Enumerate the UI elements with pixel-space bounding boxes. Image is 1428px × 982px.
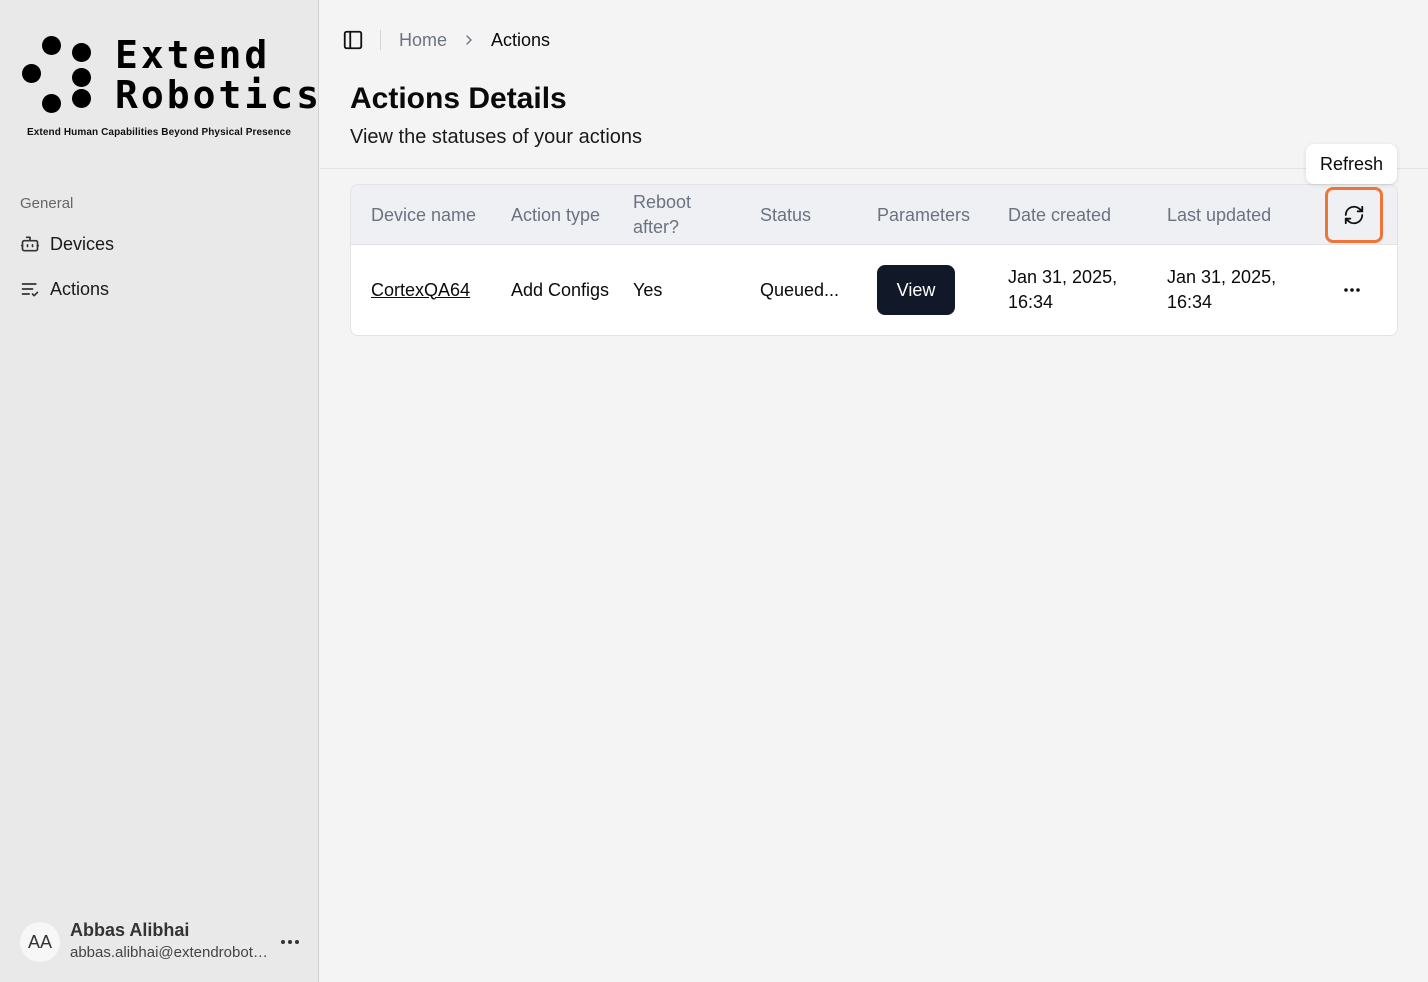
topbar: Home Actions bbox=[342, 28, 550, 52]
more-horizontal-icon[interactable] bbox=[278, 930, 302, 954]
cell-date-created: Jan 31, 2025, 16:34 bbox=[1008, 267, 1118, 312]
cell-action-type: Add Configs bbox=[511, 279, 610, 300]
topbar-divider bbox=[380, 30, 381, 50]
column-header-reboot-after: Reboot after? bbox=[633, 192, 692, 237]
brand-name-line1: Extend bbox=[115, 33, 271, 77]
cell-parameters: View bbox=[877, 245, 987, 335]
brand-logo: Extend Robotics Extend Human Capabilitie… bbox=[20, 32, 319, 144]
sidebar-toggle-icon[interactable] bbox=[342, 29, 364, 51]
user-name: Abbas Alibhai bbox=[70, 920, 190, 940]
logo-dots-icon bbox=[20, 32, 100, 117]
page-title: Actions Details bbox=[350, 82, 567, 115]
view-parameters-button[interactable]: View bbox=[877, 265, 955, 315]
sidebar-item-devices[interactable]: Devices bbox=[20, 229, 300, 259]
refresh-tooltip: Refresh bbox=[1306, 144, 1397, 184]
user-profile[interactable]: AA Abbas Alibhai abbas.alibhai@extendrob… bbox=[20, 920, 305, 966]
sidebar-item-label: Devices bbox=[50, 233, 115, 254]
cell-reboot-after: Yes bbox=[633, 279, 663, 300]
column-header-action-type: Action type bbox=[511, 204, 601, 225]
refresh-button[interactable] bbox=[1325, 187, 1383, 243]
table-header: Device name Action type Reboot after? St… bbox=[351, 185, 1397, 245]
breadcrumb-current: Actions bbox=[491, 29, 551, 50]
sidebar: Extend Robotics Extend Human Capabilitie… bbox=[0, 0, 319, 982]
status-text: Queued... bbox=[760, 279, 840, 300]
actions-table: Device name Action type Reboot after? St… bbox=[350, 184, 1398, 336]
avatar: AA bbox=[20, 922, 60, 962]
sidebar-item-actions[interactable]: Actions bbox=[20, 274, 300, 304]
cell-last-updated: Jan 31, 2025, 16:34 bbox=[1167, 267, 1277, 312]
column-header-device-name: Device name bbox=[371, 204, 477, 225]
column-header-date-created: Date created bbox=[1008, 204, 1112, 225]
column-header-last-updated: Last updated bbox=[1167, 204, 1272, 225]
cell-device-name: CortexQA64 bbox=[371, 245, 491, 335]
refresh-icon bbox=[1344, 205, 1364, 225]
robot-icon bbox=[20, 236, 40, 252]
cell-status: Queued... bbox=[760, 245, 855, 335]
main-content: Home Actions Actions Details View the st… bbox=[320, 0, 1428, 982]
user-email: abbas.alibhai@extendrobotics.com bbox=[70, 944, 270, 961]
column-header-parameters: Parameters bbox=[877, 204, 971, 225]
brand-tagline: Extend Human Capabilities Beyond Physica… bbox=[27, 127, 291, 138]
device-link[interactable]: CortexQA64 bbox=[371, 278, 470, 303]
brand-name-line2: Robotics bbox=[115, 73, 323, 117]
breadcrumb-home[interactable]: Home bbox=[399, 30, 447, 51]
column-header-status: Status bbox=[760, 204, 812, 225]
header-divider bbox=[320, 168, 1428, 169]
nav-group-label: General bbox=[20, 195, 74, 212]
sidebar-item-label: Actions bbox=[50, 278, 110, 299]
list-check-icon bbox=[21, 283, 39, 297]
page-subtitle: View the statuses of your actions bbox=[350, 126, 643, 148]
breadcrumb: Home Actions bbox=[399, 30, 550, 51]
more-horizontal-icon[interactable] bbox=[1339, 278, 1365, 302]
chevron-right-icon bbox=[466, 35, 472, 45]
